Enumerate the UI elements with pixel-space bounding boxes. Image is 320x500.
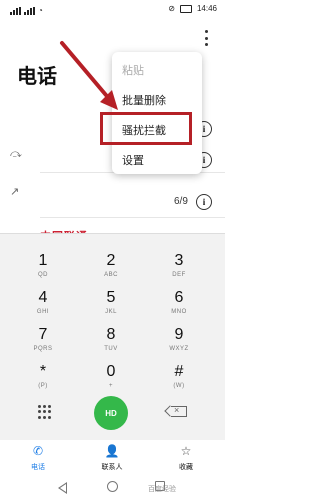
bottom-nav: ✆ 电话 👤 联系人 ☆ 收藏 [0,440,225,476]
call-count: 6/9 [174,196,188,207]
backspace-icon[interactable]: × [171,405,187,417]
missed-call-icon: ⤼ [10,148,22,160]
key-4[interactable]: 4 GHI [13,289,73,323]
info-icon[interactable]: i [196,194,212,210]
call-button-label: HD [105,408,117,418]
home-icon[interactable] [107,481,118,492]
key-star[interactable]: * (P) [13,363,73,397]
key-0[interactable]: 0 + [81,363,141,397]
nav-item-favorites[interactable]: ☆ 收藏 [156,444,216,472]
divider [40,217,225,218]
phone-icon: ✆ [32,444,44,458]
star-icon: ☆ [180,444,192,458]
back-icon[interactable] [58,482,67,494]
key-8[interactable]: 8 TUV [81,326,141,360]
call-log-row[interactable]: ↗ 6/9 i [0,180,225,214]
annotation-arrow-icon [60,41,118,110]
menu-item-settings[interactable]: 设置 [122,152,144,168]
call-button[interactable]: HD [94,396,128,430]
key-hash[interactable]: # (W) [149,363,209,397]
nav-label-favorites: 收藏 [179,464,193,471]
key-3[interactable]: 3 DEF [149,252,209,286]
nav-label-contacts: 联系人 [101,464,123,471]
system-nav-bar [0,476,225,500]
contacts-icon: 👤 [104,444,120,458]
key-6[interactable]: 6 MNO [149,289,209,323]
watermark: 百度经验 [148,486,176,493]
key-9[interactable]: 9 WXYZ [149,326,209,360]
key-5[interactable]: 5 JKL [81,289,141,323]
key-7[interactable]: 7 PQRS [13,326,73,360]
dialpad-toggle-icon[interactable] [38,405,52,419]
nav-item-phone[interactable]: ✆ 电话 [8,444,68,472]
nav-label-phone: 电话 [31,464,45,471]
key-1[interactable]: 1 QD [13,252,73,286]
outgoing-call-icon: ↗ [10,186,20,198]
key-2[interactable]: 2 ABC [81,252,141,286]
nav-item-contacts[interactable]: 👤 联系人 [82,444,142,472]
